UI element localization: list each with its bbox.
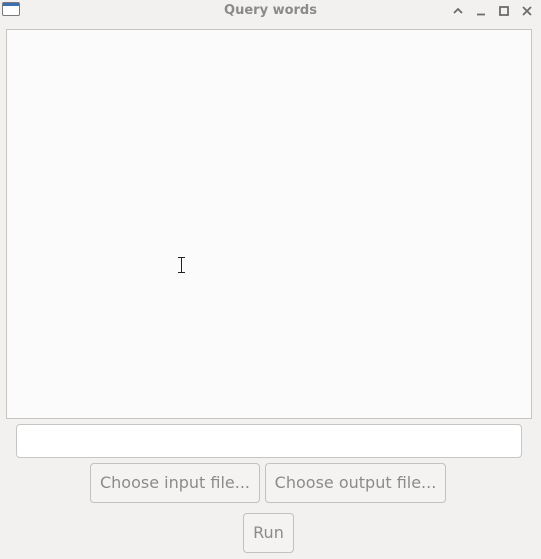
- close-icon: [522, 6, 532, 16]
- choose-output-file-button[interactable]: Choose output file...: [265, 463, 446, 503]
- minimize-icon: [477, 13, 485, 16]
- chevron-up-icon: [453, 7, 463, 14]
- shade-button[interactable]: [449, 2, 467, 20]
- text-cursor-icon: [178, 257, 185, 273]
- query-input[interactable]: [16, 424, 522, 458]
- run-button[interactable]: Run: [243, 513, 294, 553]
- close-button[interactable]: [518, 2, 536, 20]
- output-text-area[interactable]: [6, 29, 532, 419]
- main-window: Query words Choose input file... Choose: [0, 0, 541, 559]
- title-bar[interactable]: Query words: [0, 0, 541, 22]
- choose-input-file-button[interactable]: Choose input file...: [90, 463, 260, 503]
- maximize-icon: [499, 6, 509, 16]
- maximize-button[interactable]: [495, 2, 513, 20]
- minimize-button[interactable]: [472, 2, 490, 20]
